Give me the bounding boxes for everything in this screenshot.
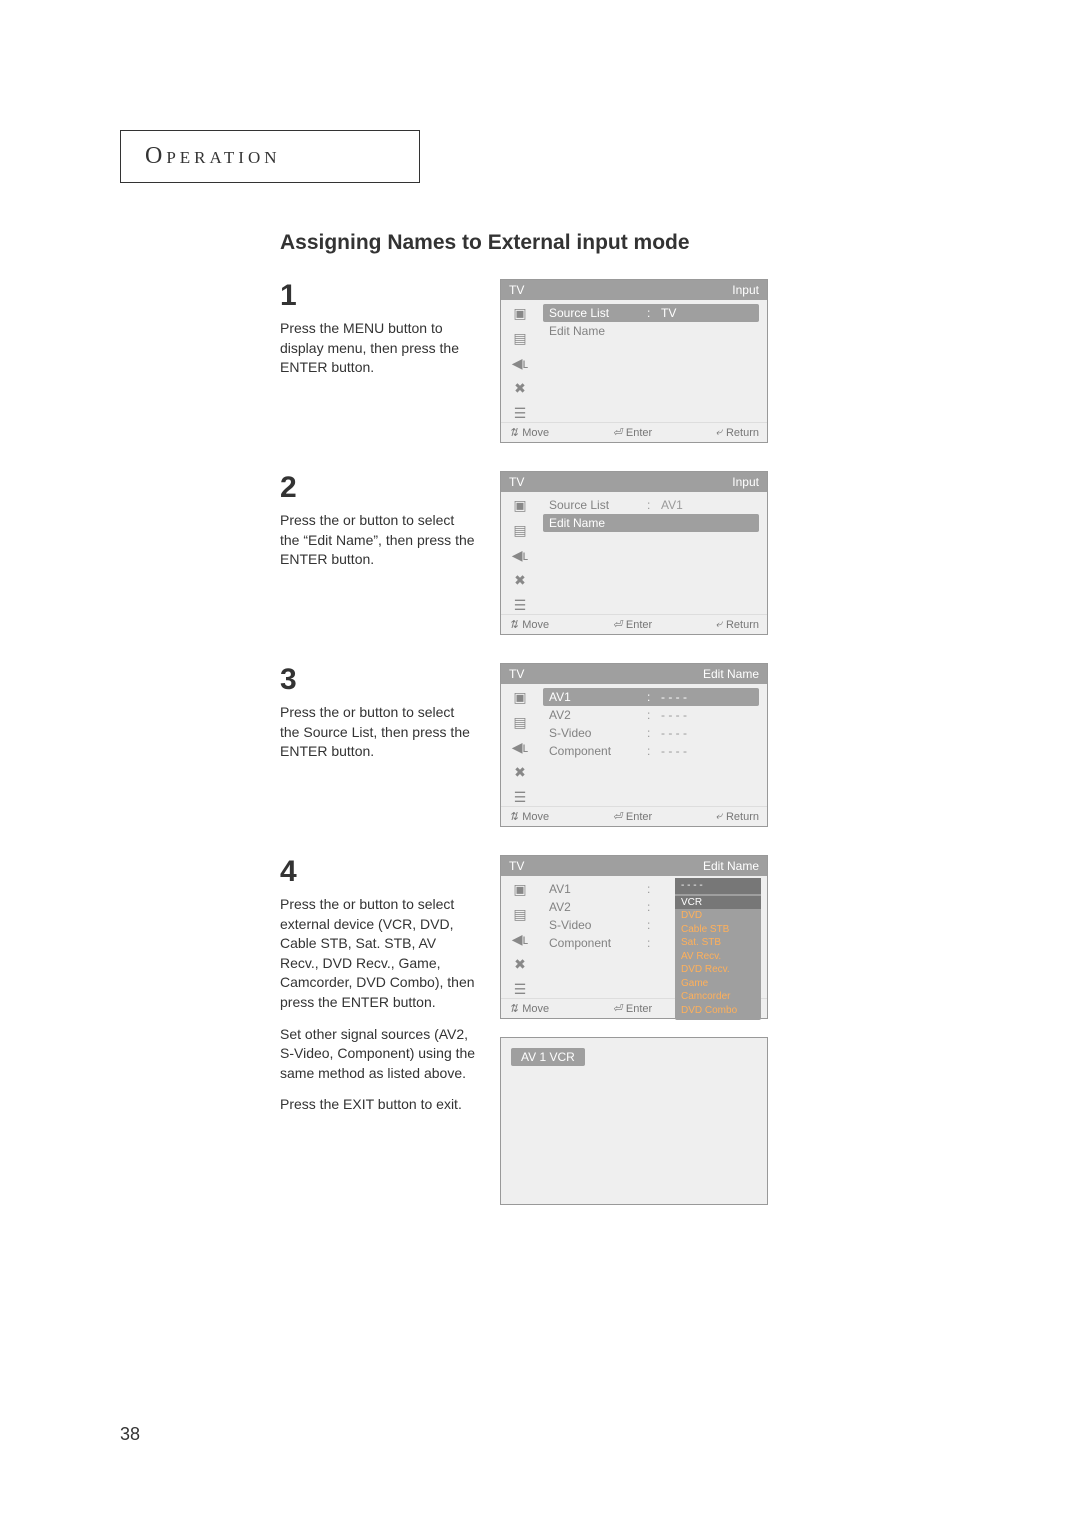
sound-icon: ◀ʟ	[509, 930, 531, 948]
page-number: 38	[120, 1424, 140, 1445]
sound-icon: ◀ʟ	[509, 546, 531, 564]
osd-screen-2: TV Input ▣ ▤ ◀ʟ ✖ ☰ Source List : AV1	[500, 471, 768, 635]
osd-screen-4: TV Edit Name ▣ ▤ ◀ʟ ✖ ☰ AV1 :	[500, 855, 768, 1019]
enter-icon: ⏎	[613, 810, 622, 823]
osd-sidebar-icons: ▣ ▤ ◀ʟ ✖ ☰	[501, 876, 539, 998]
osd-header-right: Edit Name	[549, 859, 759, 873]
osd-footer: ⇅Move ⏎Enter ⤶Return	[501, 422, 767, 442]
osd-header-left: TV	[509, 283, 549, 297]
sliders-icon: ☰	[509, 596, 531, 614]
step-instruction: Press the or button to select external d…	[280, 895, 476, 1115]
updown-icon: ⇅	[509, 618, 518, 631]
sliders-icon: ☰	[509, 404, 531, 422]
setup-icon: ✖	[509, 955, 531, 973]
device-popup: - - - - VCR DVD Cable STB Sat. STB AV Re…	[675, 878, 761, 1020]
sliders-icon: ☰	[509, 788, 531, 806]
setup-icon: ✖	[509, 763, 531, 781]
step-instruction: Press the or button to select the “Edit …	[280, 511, 476, 570]
osd-header-left: TV	[509, 667, 549, 681]
osd-row: AV1 : - - - -	[543, 688, 759, 706]
osd-sidebar-icons: ▣ ▤ ◀ʟ ✖ ☰	[501, 492, 539, 614]
osd-row: S-Video : - - - -	[543, 724, 759, 742]
manual-page: Operation Assigning Names to External in…	[120, 130, 960, 1233]
osd-footer: ⇅Move ⏎Enter ⤶Return	[501, 614, 767, 634]
osd-sidebar-icons: ▣ ▤ ◀ʟ ✖ ☰	[501, 684, 539, 806]
osd-header-right: Input	[549, 475, 759, 489]
tv-icon: ▣	[509, 496, 531, 514]
osd-header-right: Edit Name	[549, 667, 759, 681]
step-3: 3 Press the or button to select the Sour…	[280, 663, 960, 827]
osd-header-left: TV	[509, 859, 549, 873]
tv-icon: ▣	[509, 304, 531, 322]
step-4: 4 Press the or button to select external…	[280, 855, 960, 1205]
enter-icon: ⏎	[613, 426, 622, 439]
tv-icon: ▣	[509, 880, 531, 898]
step-1: 1 Press the MENU button to display menu,…	[280, 279, 960, 443]
osd-header-left: TV	[509, 475, 549, 489]
sound-icon: ◀ʟ	[509, 738, 531, 756]
step-instruction: Press the or button to select the Source…	[280, 703, 476, 762]
setup-icon: ✖	[509, 379, 531, 397]
osd-sidebar-icons: ▣ ▤ ◀ʟ ✖ ☰	[501, 300, 539, 422]
step-2: 2 Press the or button to select the “Edi…	[280, 471, 960, 635]
osd-row: AV2 : - - - -	[543, 706, 759, 724]
sliders-icon: ☰	[509, 980, 531, 998]
osd-row: Component : - - - -	[543, 742, 759, 760]
enter-icon: ⏎	[613, 618, 622, 631]
osd-row: Edit Name	[543, 514, 759, 532]
osd-footer: ⇅Move ⏎Enter ⤶Return	[501, 806, 767, 826]
return-icon: ⤶	[716, 426, 722, 439]
picture-icon: ▤	[509, 905, 531, 923]
step-instruction: Press the MENU button to display menu, t…	[280, 319, 476, 378]
section-tab: Operation	[120, 130, 420, 183]
return-icon: ⤶	[716, 810, 722, 823]
osd-screen-3: TV Edit Name ▣ ▤ ◀ʟ ✖ ☰ AV1 : - - - -	[500, 663, 768, 827]
sound-icon: ◀ʟ	[509, 354, 531, 372]
enter-icon: ⏎	[613, 1002, 622, 1015]
tv-icon: ▣	[509, 688, 531, 706]
updown-icon: ⇅	[509, 426, 518, 439]
step-number: 2	[280, 471, 476, 505]
osd-header-right: Input	[549, 283, 759, 297]
picture-icon: ▤	[509, 521, 531, 539]
section-title: Assigning Names to External input mode	[280, 231, 960, 255]
updown-icon: ⇅	[509, 810, 518, 823]
picture-icon: ▤	[509, 329, 531, 347]
updown-icon: ⇅	[509, 1002, 518, 1015]
return-icon: ⤶	[716, 618, 722, 631]
step-number: 1	[280, 279, 476, 313]
osd-row: Edit Name	[543, 322, 759, 340]
picture-icon: ▤	[509, 713, 531, 731]
setup-icon: ✖	[509, 571, 531, 589]
osd-screen-1: TV Input ▣ ▤ ◀ʟ ✖ ☰ Source List : TV	[500, 279, 768, 443]
step-number: 4	[280, 855, 476, 889]
result-pill: AV 1 VCR	[511, 1048, 585, 1066]
osd-row: Source List : AV1	[543, 496, 759, 514]
step-number: 3	[280, 663, 476, 697]
section-tab-label: Operation	[145, 143, 281, 169]
osd-screen-5: AV 1 VCR	[500, 1037, 768, 1205]
osd-row: Source List : TV	[543, 304, 759, 322]
